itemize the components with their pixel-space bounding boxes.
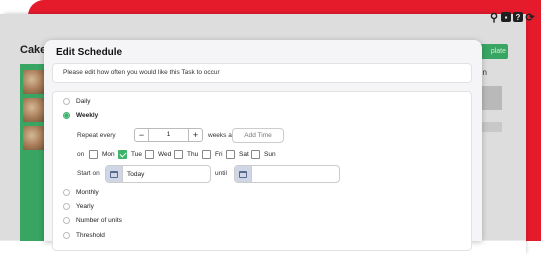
checkbox[interactable]	[174, 150, 183, 159]
day-tue[interactable]: Tue	[118, 150, 142, 159]
radio-weekly[interactable]	[63, 112, 70, 119]
until-date-field[interactable]	[234, 165, 340, 183]
checkbox[interactable]	[202, 150, 211, 159]
refresh-icon[interactable]: ⟳	[525, 12, 535, 24]
checkbox[interactable]	[226, 150, 235, 159]
modal-title: Edit Schedule	[56, 47, 123, 58]
day-fri[interactable]: Fri	[202, 150, 223, 159]
radio-yearly[interactable]	[63, 203, 70, 210]
start-date-field[interactable]: Today	[105, 165, 211, 183]
day-mon[interactable]: Mon	[89, 150, 115, 159]
radio-daily[interactable]	[63, 98, 70, 105]
on-label: on	[77, 151, 85, 158]
calendar-icon[interactable]	[106, 166, 123, 182]
repeat-value[interactable]: 1	[149, 129, 188, 141]
day-sat[interactable]: Sat	[226, 150, 249, 159]
option-label: Daily	[76, 98, 91, 105]
start-date-value: Today	[127, 170, 145, 178]
day-label: Sun	[264, 151, 276, 158]
checkbox[interactable]	[145, 150, 154, 159]
modal-intro: Please edit how often you would like thi…	[52, 63, 472, 83]
day-thu[interactable]: Thu	[174, 150, 198, 159]
day-label: Wed	[158, 151, 172, 158]
increment-button[interactable]: +	[188, 129, 202, 141]
day-label: Thu	[187, 151, 199, 158]
radio-threshold[interactable]	[63, 232, 70, 239]
day-label: Sat	[239, 151, 249, 158]
add-time-button[interactable]: Add Time	[232, 128, 284, 143]
repeat-stepper[interactable]: − 1 +	[134, 128, 203, 142]
checkbox[interactable]	[251, 150, 260, 159]
edit-schedule-modal: Edit Schedule Please edit how often you …	[44, 40, 482, 251]
weeks-at-label: weeks at	[208, 132, 234, 139]
repeat-every-label: Repeat every	[77, 132, 116, 139]
calendar-icon[interactable]	[235, 166, 252, 182]
decrement-button[interactable]: −	[135, 129, 149, 141]
option-label: Yearly	[76, 203, 94, 210]
day-sun[interactable]: Sun	[251, 150, 276, 159]
checkbox[interactable]	[118, 150, 127, 159]
option-daily[interactable]: Daily	[63, 98, 90, 105]
option-weekly[interactable]: Weekly	[63, 112, 98, 119]
option-label: Number of units	[76, 217, 122, 224]
option-label: Threshold	[76, 232, 105, 239]
option-number-of-units[interactable]: Number of units	[63, 217, 122, 224]
radio-monthly[interactable]	[63, 189, 70, 196]
radio-number-of-units[interactable]	[63, 217, 70, 224]
option-label: Weekly	[76, 112, 99, 119]
day-label: Mon	[102, 151, 115, 158]
option-threshold[interactable]: Threshold	[63, 232, 105, 239]
checkbox[interactable]	[89, 150, 98, 159]
day-label: Tue	[131, 151, 142, 158]
start-on-label: Start on	[77, 170, 100, 177]
option-label: Monthly	[76, 189, 99, 196]
schedule-panel: Daily Weekly Repeat every − 1 + weeks at…	[52, 91, 472, 251]
day-wed[interactable]: Wed	[145, 150, 171, 159]
option-yearly[interactable]: Yearly	[63, 203, 94, 210]
option-monthly[interactable]: Monthly	[63, 189, 99, 196]
until-label: until	[215, 170, 227, 177]
day-label: Fri	[215, 151, 223, 158]
